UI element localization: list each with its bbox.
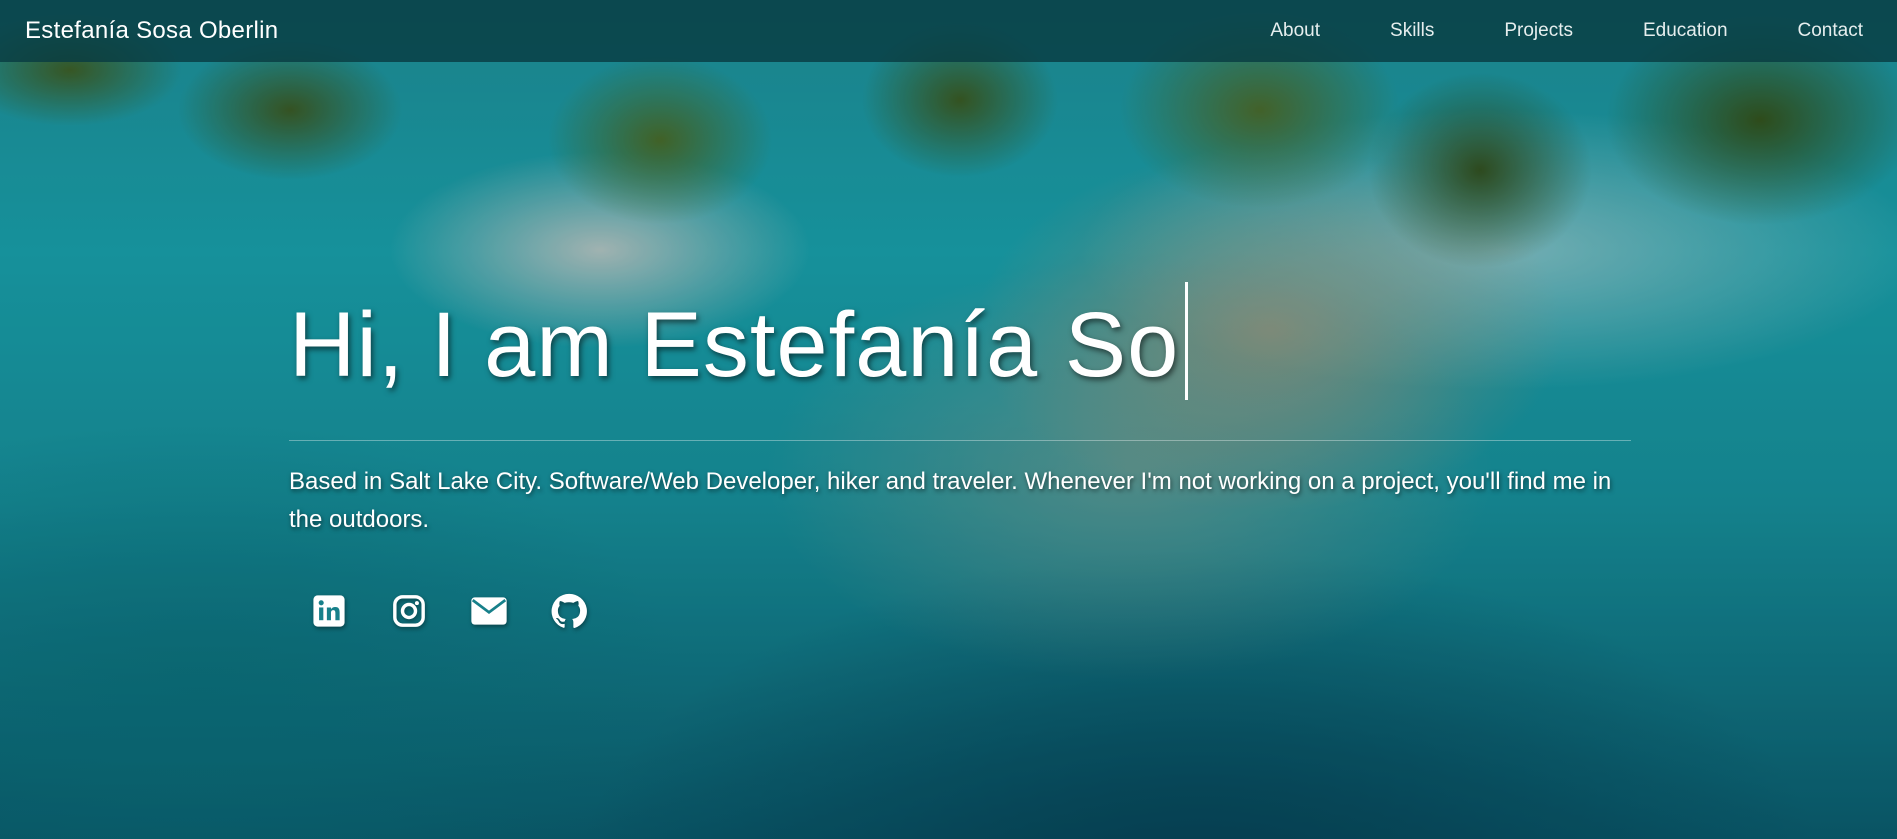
email-link[interactable] (449, 588, 529, 634)
social-links (289, 588, 609, 634)
hero-divider (289, 440, 1631, 441)
email-icon (471, 597, 507, 625)
hero-title: Hi, I am Estefanía So (289, 282, 1629, 400)
nav-link-projects[interactable]: Projects (1504, 20, 1573, 42)
hero-section: Hi, I am Estefanía So Based in Salt Lake… (289, 282, 1631, 563)
nav-link-about[interactable]: About (1270, 20, 1320, 42)
nav-link-skills[interactable]: Skills (1390, 20, 1434, 42)
instagram-icon (393, 595, 425, 627)
brand-name-link[interactable]: Estefanía Sosa Oberlin (25, 17, 278, 45)
github-icon (551, 593, 587, 628)
hero-title-text: Hi, I am Estefanía So (289, 294, 1180, 396)
top-navbar: Estefanía Sosa Oberlin About Skills Proj… (0, 0, 1897, 62)
instagram-link[interactable] (369, 588, 449, 634)
nav-link-contact[interactable]: Contact (1798, 20, 1863, 42)
github-link[interactable] (529, 588, 609, 634)
hero-description: Based in Salt Lake City. Software/Web De… (289, 468, 1612, 533)
typing-cursor (1185, 282, 1189, 400)
linkedin-icon (313, 595, 345, 627)
nav-links: About Skills Projects Education Contact (1200, 20, 1863, 42)
nav-link-education[interactable]: Education (1643, 20, 1728, 42)
page: Estefanía Sosa Oberlin About Skills Proj… (0, 0, 1897, 839)
linkedin-link[interactable] (289, 588, 369, 634)
